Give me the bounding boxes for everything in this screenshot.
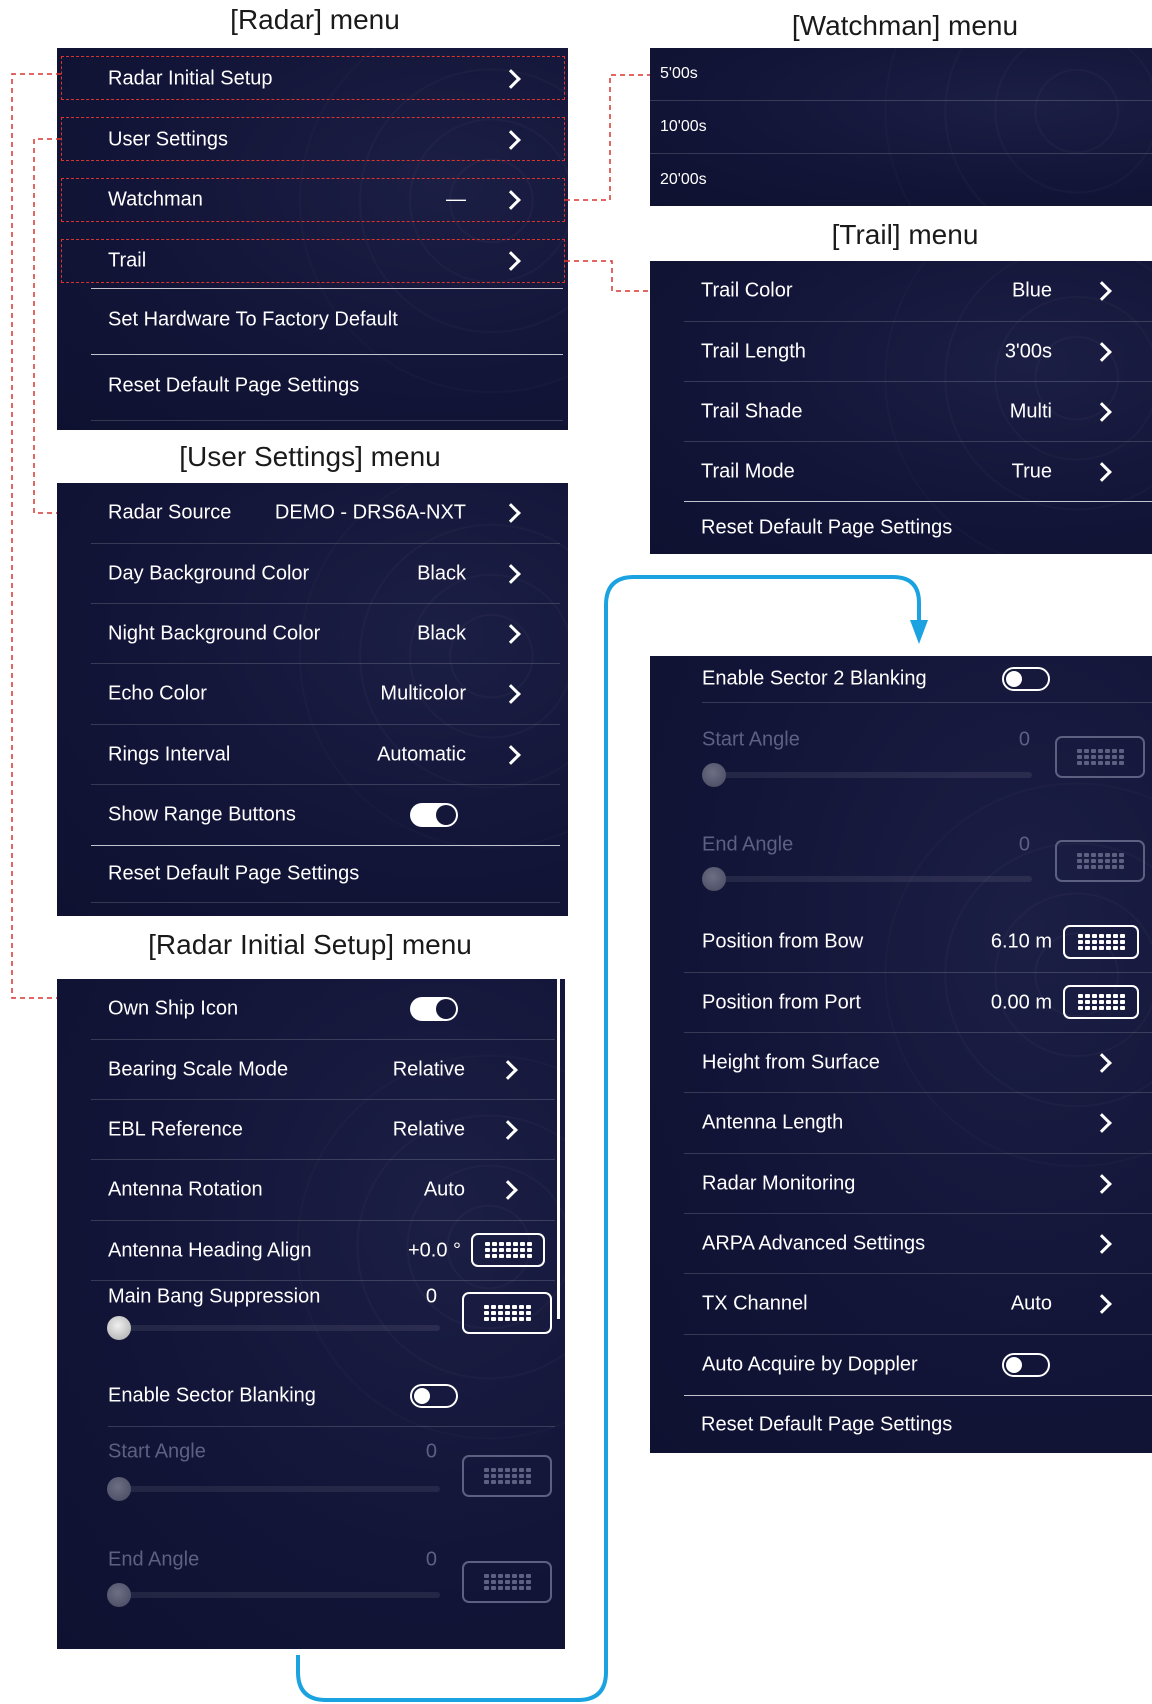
flow-arrow-line — [296, 575, 921, 1702]
connector-user-settings — [33, 138, 61, 514]
callout-connectors — [11, 73, 928, 1702]
connector-trail — [565, 260, 650, 292]
connector-watchman — [565, 74, 650, 201]
flow-arrow-head — [910, 620, 928, 644]
connector-radar-initial-setup — [11, 73, 61, 999]
